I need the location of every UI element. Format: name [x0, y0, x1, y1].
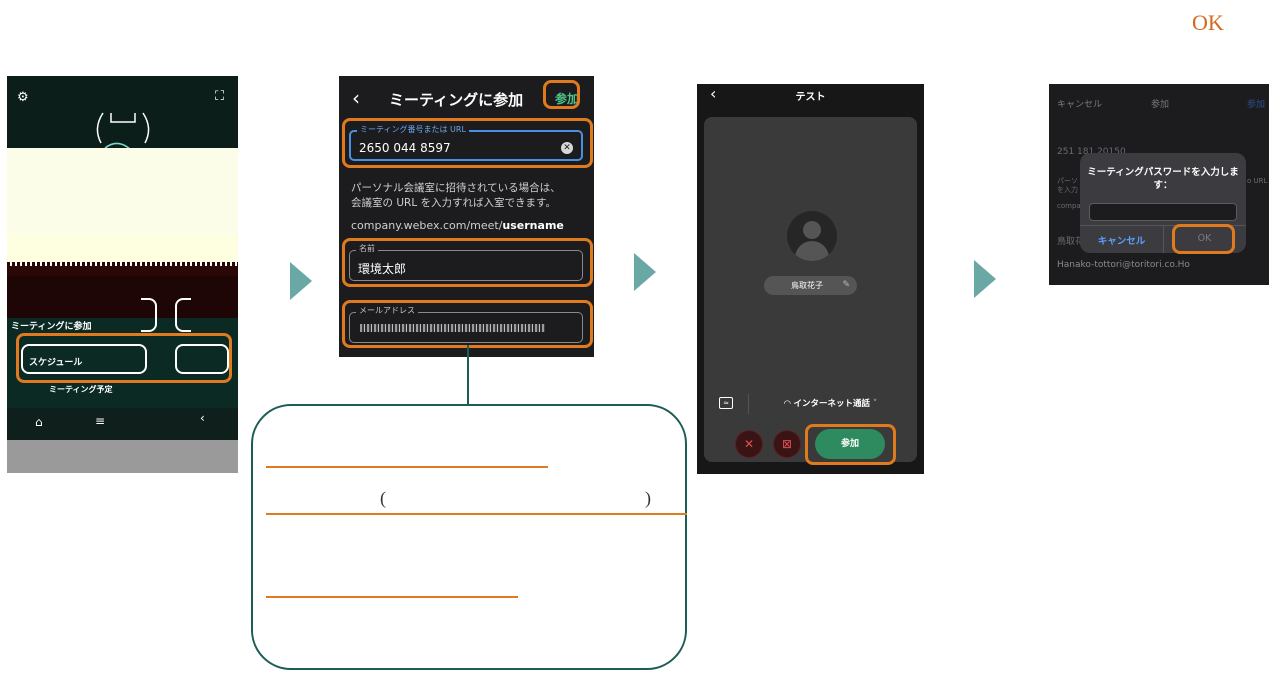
dialog-cancel-button[interactable]: キャンセル — [1080, 233, 1163, 247]
help-text: パーソナル会議室に招待されている場合は、 会議室の URL を入力すれば入室でき… — [351, 181, 581, 211]
audio-bar: ≈ ◠ インターネット通話 ˅ — [704, 391, 917, 421]
url-username: username — [502, 219, 564, 232]
video-off-icon[interactable]: ⊠ — [773, 430, 801, 458]
page-title: ミーティングに参加 — [389, 91, 524, 109]
highlight-join — [543, 80, 580, 109]
back-icon[interactable]: ‹ — [352, 86, 360, 110]
display-name: 鳥取花子 — [791, 281, 823, 290]
highlight-email — [342, 300, 593, 348]
dialog-title: ミーティングパスワードを入力します： — [1087, 167, 1239, 191]
cancel-button[interactable]: キャンセル — [1057, 97, 1102, 110]
join-meeting-caption: ミーティングに参加 — [11, 322, 92, 332]
screen-home: ⚙ ⛶ ミーティングに参加 スケジュール ミーティング予定 ⌂ ≡ ‹ — [7, 76, 238, 473]
screen-preview: ‹ テスト 鳥取花子 ✎ ≈ ◠ インターネット通話 ˅ ✕ ⊠ 参加 — [697, 84, 924, 474]
highlight-join-button — [16, 333, 232, 383]
blank-line — [266, 513, 687, 515]
footer-area — [7, 440, 238, 473]
more-icon[interactable]: ‹ — [200, 411, 205, 425]
page-title: 参加 — [1151, 100, 1170, 110]
paren-open: ( — [380, 488, 386, 508]
audio-mode-selector[interactable]: ◠ インターネット通話 ˅ — [784, 397, 877, 409]
help-text-line: 会議室の URL を入力すれば入室できます。 — [351, 197, 556, 209]
pill-outline — [141, 298, 157, 332]
next-arrow-icon — [290, 262, 312, 300]
url-prefix: company.webex.com/meet/ — [351, 219, 503, 232]
contacts-icon[interactable]: ≡ — [95, 414, 105, 428]
pill-outline — [175, 298, 191, 332]
scan-icon[interactable]: ⛶ — [215, 89, 224, 104]
highlight-ok-button — [1172, 224, 1235, 254]
email-row: Hanako-tottori@toritori.co.Ho — [1057, 260, 1190, 270]
banner-area — [7, 148, 238, 234]
audio-mode-label: インターネット通話 — [793, 399, 871, 409]
divider — [748, 394, 749, 414]
mute-icon[interactable]: ✕ — [735, 430, 763, 458]
home-icon[interactable]: ⌂ — [35, 415, 43, 429]
next-arrow-icon — [974, 260, 996, 298]
avatar — [787, 211, 837, 261]
highlight-name — [342, 238, 593, 287]
wifi-icon: ◠ — [784, 399, 794, 409]
device-icon[interactable]: ≈ — [719, 397, 733, 409]
pencil-icon[interactable]: ✎ — [842, 276, 850, 295]
password-input[interactable] — [1089, 203, 1237, 221]
next-arrow-icon — [634, 253, 656, 291]
meeting-title: テスト — [795, 92, 826, 103]
display-name-pill[interactable]: 鳥取花子 ✎ — [764, 276, 857, 295]
screen-password: キャンセル 参加 参加 251 181 20150 パーソ を入力 o URL c… — [1049, 84, 1269, 285]
chevron-down-icon: ˅ — [870, 399, 878, 409]
glitch-band — [7, 276, 238, 318]
banner-strip — [7, 234, 238, 262]
highlight-join-button — [805, 424, 896, 465]
blank-line — [266, 466, 548, 468]
join-button[interactable]: 参加 — [1247, 97, 1265, 110]
note-callout: ( ) — [251, 404, 687, 670]
header-ok-label: OK — [1192, 10, 1224, 35]
help-text-line: パーソナル会議室に招待されている場合は、 — [351, 182, 561, 194]
blank-line — [266, 596, 518, 598]
highlight-meeting-number — [342, 118, 593, 168]
paren-close: ) — [645, 488, 651, 508]
meetings-caption: ミーティング予定 — [49, 385, 113, 394]
help-url-fragment: o URL — [1247, 177, 1268, 185]
gear-icon[interactable]: ⚙ — [17, 90, 29, 105]
personal-room-url: company.webex.com/meet/username — [351, 219, 564, 232]
callout-connector — [467, 345, 469, 405]
